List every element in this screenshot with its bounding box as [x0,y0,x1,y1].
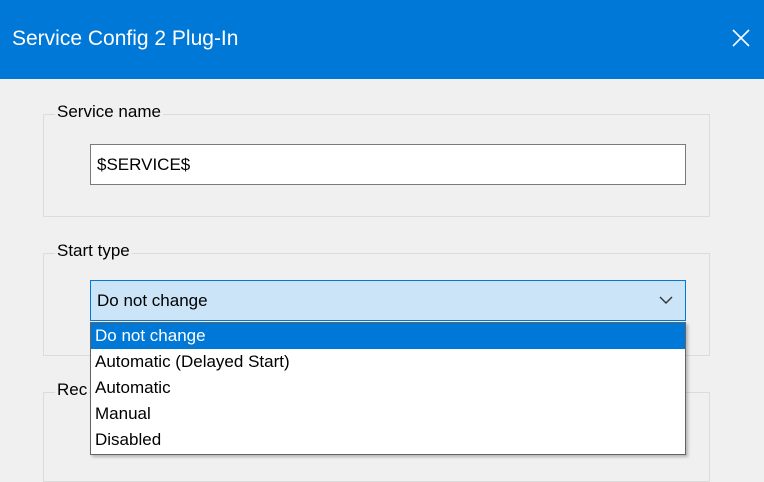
service-name-label: Service name [55,101,163,123]
start-type-selected-value: Do not change [97,291,208,310]
chevron-down-icon [659,296,673,304]
window-title: Service Config 2 Plug-In [12,27,239,50]
start-type-label: Start type [55,240,132,262]
dropdown-option-disabled[interactable]: Disabled [91,427,685,453]
dropdown-option-automatic-delayed[interactable]: Automatic (Delayed Start) [91,349,685,375]
recovery-group-label: Rec [55,379,90,401]
start-type-select[interactable]: Do not change [90,280,686,321]
dropdown-option-automatic[interactable]: Automatic [91,375,685,401]
start-type-dropdown-list: Do not change Automatic (Delayed Start) … [90,322,686,455]
service-name-input[interactable]: $SERVICE$ [90,144,686,185]
dropdown-option-manual[interactable]: Manual [91,401,685,427]
dropdown-option-do-not-change[interactable]: Do not change [91,323,685,349]
close-icon[interactable] [718,12,764,64]
title-bar: Service Config 2 Plug-In [0,0,764,79]
